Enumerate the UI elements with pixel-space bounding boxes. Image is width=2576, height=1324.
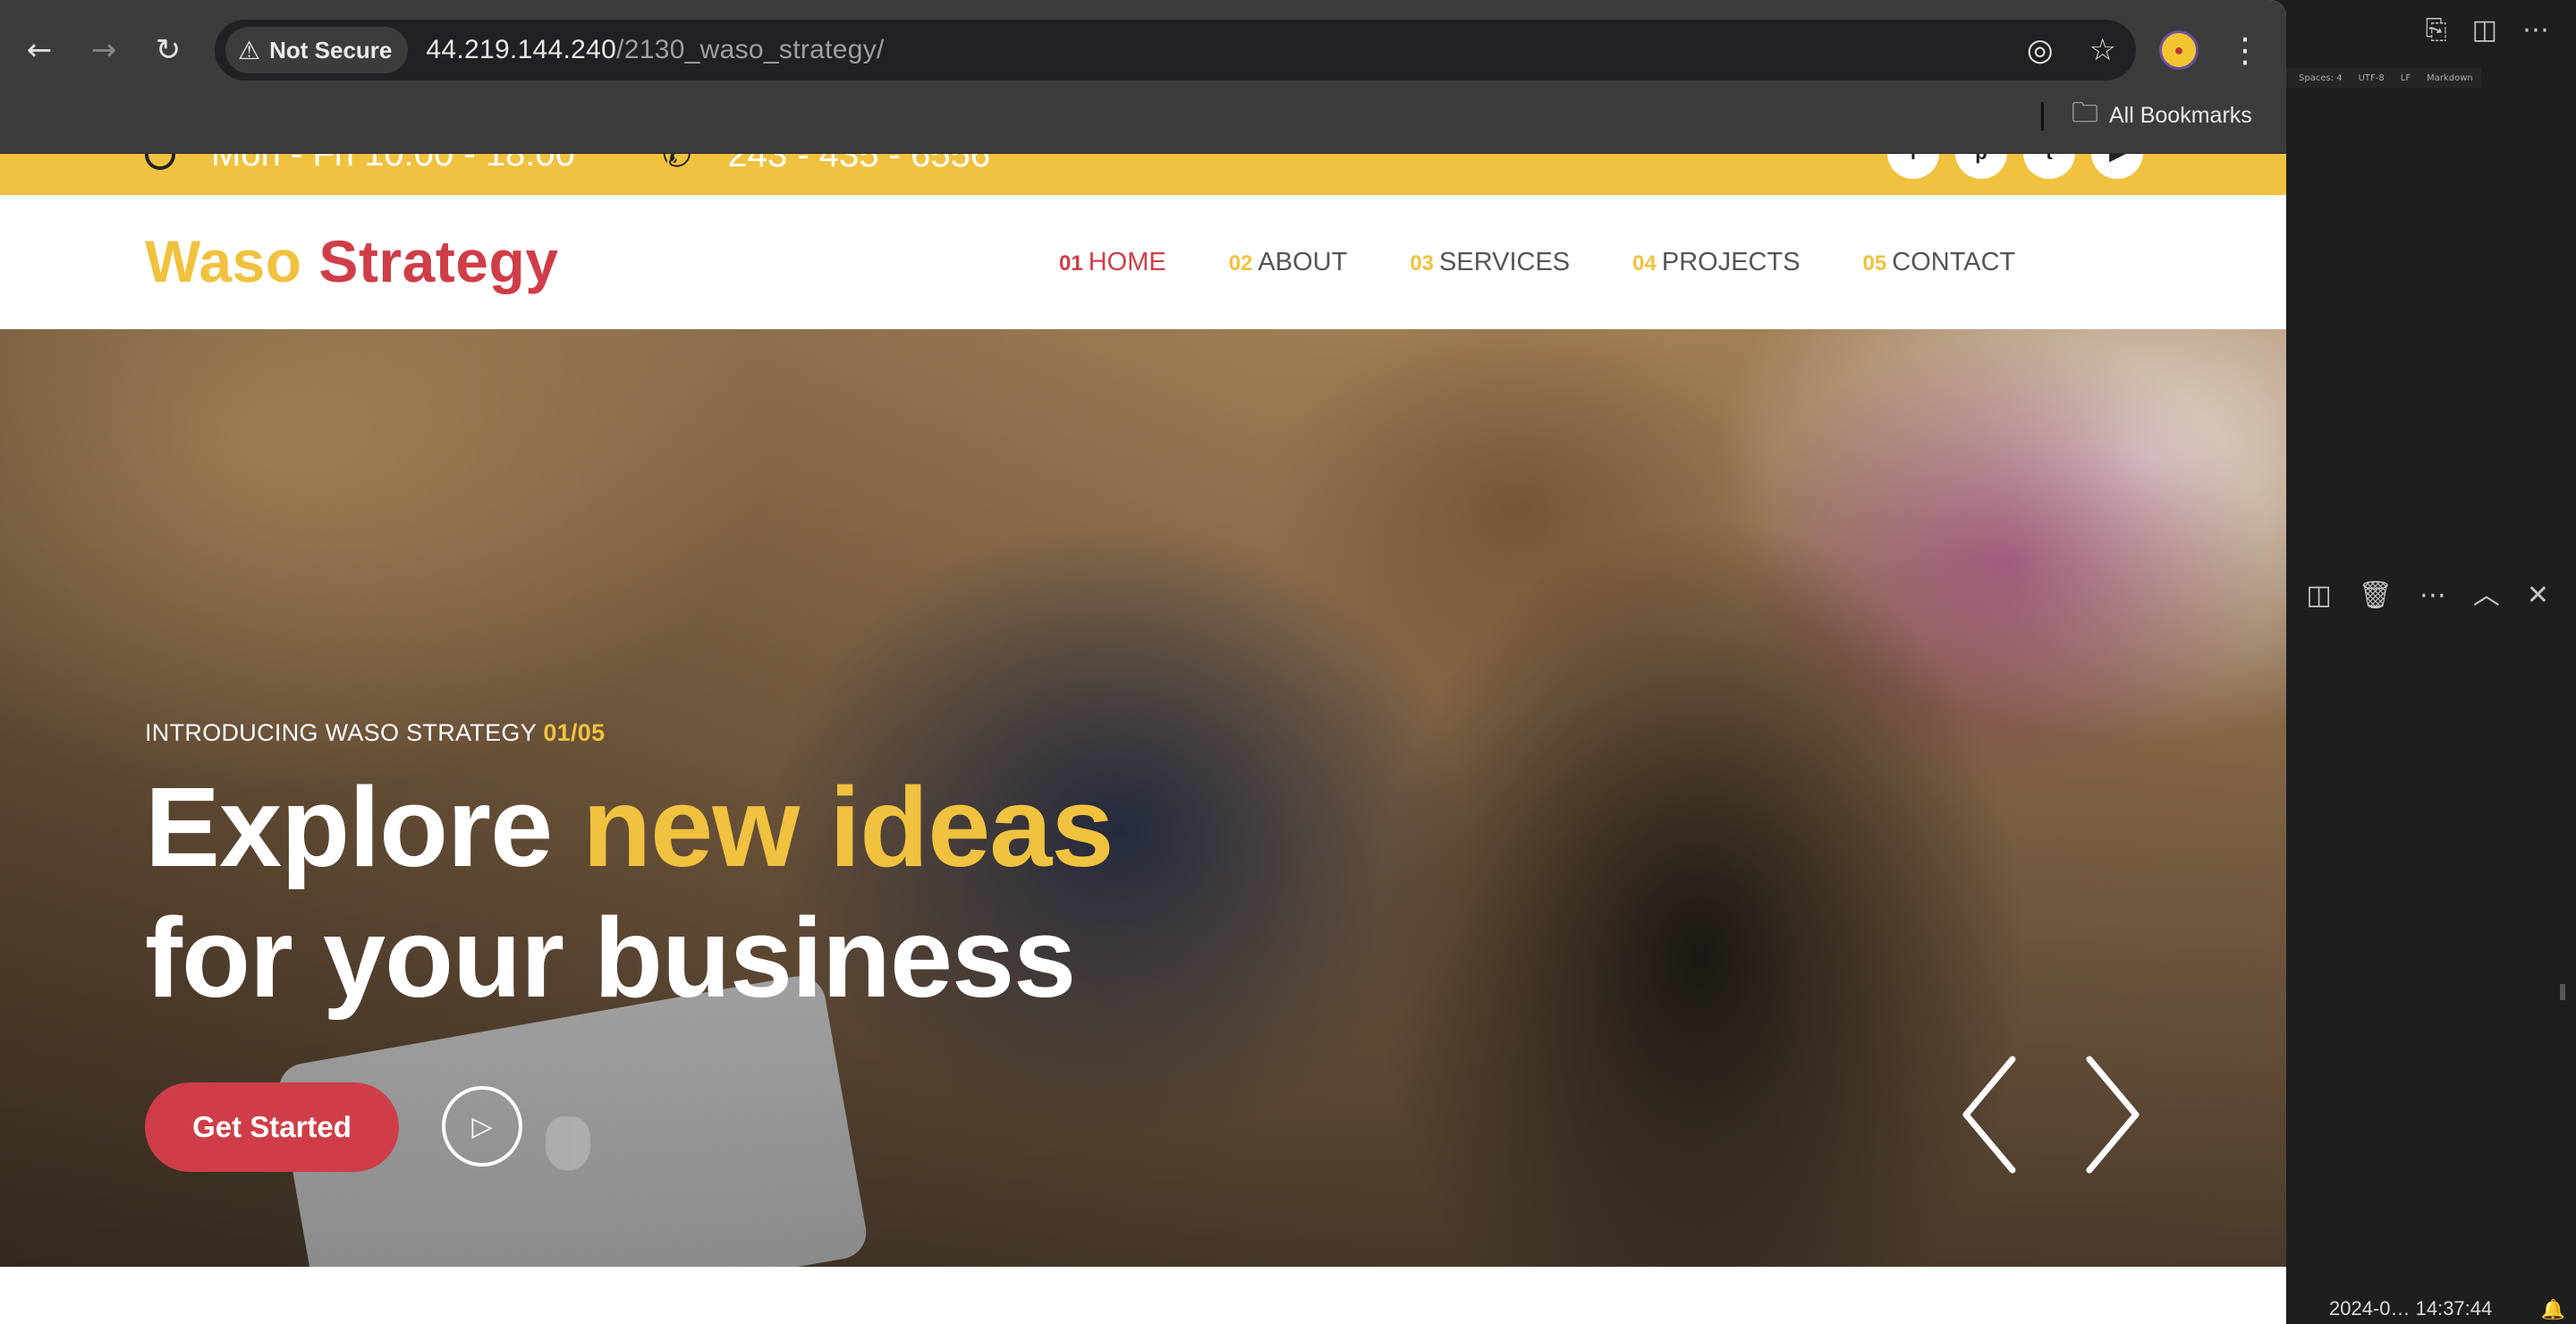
split-editor-icon[interactable]: ◫ xyxy=(2472,17,2497,44)
nav-item-services[interactable]: 03 SERVICES xyxy=(1410,248,1570,277)
slider-prev-button[interactable] xyxy=(1959,1052,2021,1177)
nav-number: 04 xyxy=(1632,250,1657,276)
bell-icon[interactable]: 🔔 xyxy=(2541,1301,2565,1320)
status-indent[interactable]: Spaces: 4 xyxy=(2299,73,2343,83)
headline-white: Explore xyxy=(145,764,553,890)
nav-number: 02 xyxy=(1228,250,1253,276)
nav-item-about[interactable]: 02 ABOUT xyxy=(1229,248,1348,277)
hero-slider: INTRODUCING WASO STRATEGY 01/05 Explore … xyxy=(0,329,2286,1267)
clock-icon xyxy=(145,154,175,170)
nav-number: 05 xyxy=(1862,250,1887,276)
split-panel-icon[interactable]: ◫ xyxy=(2306,582,2331,609)
get-started-button[interactable]: Get Started xyxy=(145,1082,399,1172)
bookmarks-bar xyxy=(0,100,2286,154)
folder-icon: 🗀 xyxy=(2072,97,2098,129)
reload-icon: ↻ xyxy=(155,32,182,68)
bookmarks-separator xyxy=(2041,102,2044,131)
play-video-button[interactable]: ▷ xyxy=(442,1086,522,1167)
web-page: Mon - Fri 10:00 - 18:00 ✆ 243 - 435 - 65… xyxy=(0,154,2286,1324)
info-topbar: Mon - Fri 10:00 - 18:00 ✆ 243 - 435 - 65… xyxy=(0,154,2286,195)
more-actions-icon[interactable]: ⋯ xyxy=(2522,17,2549,44)
nav-item-contact[interactable]: 05 CONTACT xyxy=(1863,248,2016,277)
kicker-text: INTRODUCING WASO STRATEGY xyxy=(145,719,537,746)
nav-label: PROJECTS xyxy=(1661,247,1801,276)
browser-menu-icon[interactable]: ⋮ xyxy=(2225,25,2265,75)
eye-off-icon[interactable]: ◎ xyxy=(2027,32,2054,68)
twitter-icon[interactable]: t xyxy=(2023,154,2075,179)
phone-info: ✆ 243 - 435 - 6556 xyxy=(662,154,990,175)
security-indicator[interactable]: ⚠ Not Secure xyxy=(225,27,409,73)
browser-window: ← → ↻ ⚠ Not Secure 44.219.144.240/2130_w… xyxy=(0,0,2286,1324)
headline-line2: for your business xyxy=(145,895,1076,1021)
nav-number: 03 xyxy=(1410,250,1435,276)
nav-label: SERVICES xyxy=(1439,247,1571,276)
logo-first: Waso xyxy=(145,228,302,294)
site-header: Waso Strategy 01 HOME 02 ABOUT 03 SERVIC… xyxy=(0,195,2286,329)
nav-item-home[interactable]: 01 HOME xyxy=(1059,248,1166,277)
facebook-icon[interactable]: f xyxy=(1887,154,1939,179)
nav-label: ABOUT xyxy=(1258,247,1348,276)
phone-icon: ✆ xyxy=(662,154,692,175)
code-editor-window: ⎘ ◫ ⋯ Spaces: 4 UTF-8 LF Markdown ◫ 🗑 ⋯ … xyxy=(2284,0,2576,1324)
url-text[interactable]: 44.219.144.240/2130_waso_strategy/ xyxy=(426,35,884,65)
all-bookmarks-label: All Bookmarks xyxy=(2109,102,2252,128)
close-icon[interactable]: ✕ xyxy=(2527,582,2549,609)
arrow-right-icon: → xyxy=(90,32,117,68)
hero-headline: Explore new ideas for your business xyxy=(145,762,1114,1023)
status-eol[interactable]: LF xyxy=(2401,73,2411,83)
url-path: /2130_waso_strategy/ xyxy=(616,35,885,64)
chevron-up-icon[interactable]: ︿ xyxy=(2473,582,2500,609)
panel-actions: ◫ 🗑 ⋯ ︿ ✕ xyxy=(2284,573,2576,619)
main-nav: 01 HOME 02 ABOUT 03 SERVICES 04 PROJECTS xyxy=(1059,195,2015,329)
open-changes-icon[interactable]: ⎘ xyxy=(2426,17,2447,44)
browser-toolbar: ← → ↻ ⚠ Not Secure 44.219.144.240/2130_w… xyxy=(0,0,2286,100)
trash-icon[interactable]: 🗑 xyxy=(2359,582,2393,609)
status-language[interactable]: Markdown xyxy=(2427,73,2473,83)
all-bookmarks-button[interactable]: 🗀 All Bookmarks xyxy=(2072,98,2252,131)
profile-avatar[interactable]: ● xyxy=(2159,30,2199,70)
youtube-icon[interactable]: ▶ xyxy=(2091,154,2143,179)
slide-counter: 01/05 xyxy=(543,719,606,746)
more-actions-icon[interactable]: ⋯ xyxy=(2419,582,2446,609)
hours-info: Mon - Fri 10:00 - 18:00 xyxy=(145,154,575,174)
hero-kicker: INTRODUCING WASO STRATEGY 01/05 xyxy=(145,719,605,747)
star-icon[interactable]: ☆ xyxy=(2089,32,2116,68)
scrollbar-thumb[interactable] xyxy=(2560,984,2565,1000)
social-links: f p t ▶ xyxy=(1887,154,2143,179)
editor-title-actions: ⎘ ◫ ⋯ xyxy=(2284,0,2576,61)
arrow-left-icon: ← xyxy=(26,32,53,68)
chevron-left-icon xyxy=(1962,1056,2016,1174)
nav-number: 01 xyxy=(1059,250,1083,276)
status-clock: 2024-0… 14:37:44 xyxy=(2329,1297,2493,1320)
address-bar[interactable]: ⚠ Not Secure 44.219.144.240/2130_waso_st… xyxy=(215,20,2136,81)
status-encoding[interactable]: UTF-8 xyxy=(2359,73,2385,83)
site-logo[interactable]: Waso Strategy xyxy=(145,227,559,295)
forward-button[interactable]: → xyxy=(79,25,129,75)
reload-button[interactable]: ↻ xyxy=(143,25,193,75)
url-host: 44.219.144.240 xyxy=(426,35,617,64)
security-label: Not Secure xyxy=(269,36,393,64)
chevron-right-icon xyxy=(2086,1056,2140,1174)
play-icon: ▷ xyxy=(471,1110,493,1142)
back-button[interactable]: ← xyxy=(14,25,64,75)
address-bar-actions: ◎ ☆ xyxy=(2027,20,2116,81)
nav-label: CONTACT xyxy=(1892,247,2016,276)
warning-icon: ⚠ xyxy=(238,35,261,65)
slider-next-button[interactable] xyxy=(2080,1052,2143,1177)
phone-text: 243 - 435 - 6556 xyxy=(727,154,991,174)
headline-accent: new ideas xyxy=(582,764,1114,890)
logo-second: Strategy xyxy=(318,228,559,294)
hours-text: Mon - Fri 10:00 - 18:00 xyxy=(211,154,575,174)
pinterest-icon[interactable]: p xyxy=(1955,154,2007,179)
editor-mini-status: Spaces: 4 UTF-8 LF Markdown xyxy=(2284,68,2481,88)
screen: ⎘ ◫ ⋯ Spaces: 4 UTF-8 LF Markdown ◫ 🗑 ⋯ … xyxy=(0,0,2576,1324)
editor-status-bar: 2024-0… 14:37:44 🔔 xyxy=(2284,1270,2576,1324)
nav-label: HOME xyxy=(1088,247,1166,276)
nav-item-projects[interactable]: 04 PROJECTS xyxy=(1632,248,1800,277)
